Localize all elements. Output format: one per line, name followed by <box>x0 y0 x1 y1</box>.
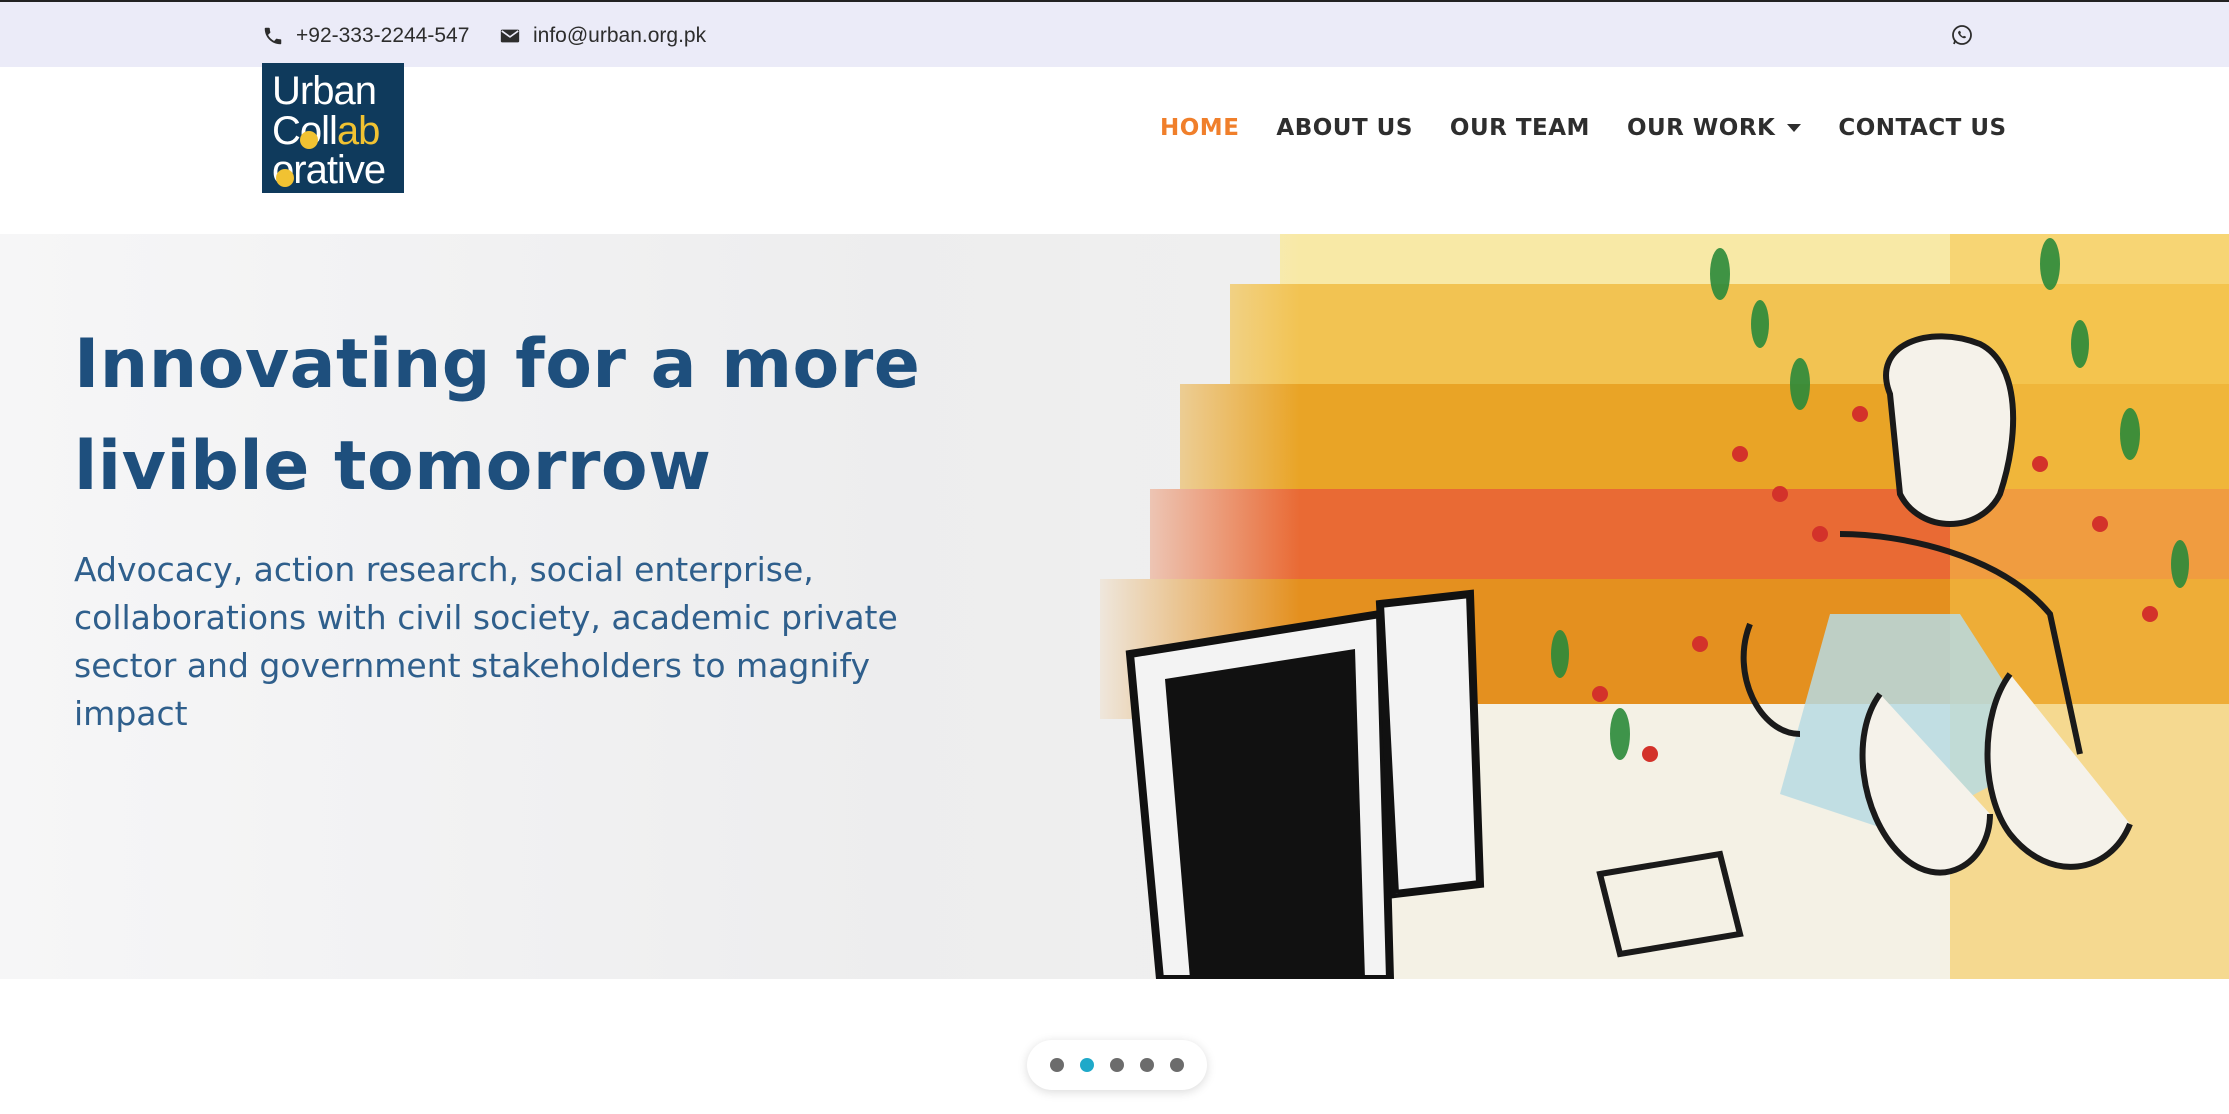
slider-pagination <box>1027 1040 1207 1090</box>
slide-dot-4[interactable] <box>1140 1058 1154 1072</box>
email-address[interactable]: info@urban.org.pk <box>533 24 706 48</box>
logo-line-2: Collab <box>272 109 380 153</box>
slide-dot-1[interactable] <box>1050 1058 1064 1072</box>
nav-about-us[interactable]: ABOUT US <box>1276 115 1413 141</box>
phone-icon <box>264 27 282 44</box>
nav-our-team[interactable]: OUR TEAM <box>1450 115 1590 141</box>
phone-number[interactable]: +92-333-2244-547 <box>296 24 469 48</box>
nav-home[interactable]: HOME <box>1160 115 1239 141</box>
chevron-down-icon <box>1787 124 1802 132</box>
hero-subtitle: Advocacy, action research, social enterp… <box>74 550 898 733</box>
logo-accent-text: ab <box>336 109 380 153</box>
nav-our-work-label: OUR WORK <box>1626 115 1776 141</box>
whatsapp-icon[interactable] <box>1950 23 1974 47</box>
hero-title: Innovating for a more livible tomorrow <box>74 325 921 506</box>
logo-line-1: Urban <box>272 69 377 113</box>
urban-collaborative-logo[interactable]: Urban Collab orative <box>262 63 404 193</box>
logo-dot-top <box>300 131 318 149</box>
nav-contact-us[interactable]: CONTACT US <box>1838 115 2006 141</box>
envelope-icon <box>500 29 520 42</box>
email-contact[interactable]: info@urban.org.pk <box>499 2 706 69</box>
nav-our-work[interactable]: OUR WORK <box>1626 115 1802 141</box>
slide-dot-3[interactable] <box>1110 1058 1124 1072</box>
main-navigation: HOME ABOUT US OUR TEAM OUR WORK CONTACT … <box>1160 67 2044 189</box>
phone-contact[interactable]: +92-333-2244-547 <box>262 2 469 69</box>
top-contact-bar: +92-333-2244-547 info@urban.org.pk <box>0 0 2229 67</box>
hero-slider: Innovating for a more livible tomorrow A… <box>0 234 2229 979</box>
logo-dot-bottom <box>276 169 294 187</box>
slide-dot-2[interactable] <box>1080 1058 1094 1072</box>
slide-dot-5[interactable] <box>1170 1058 1184 1072</box>
